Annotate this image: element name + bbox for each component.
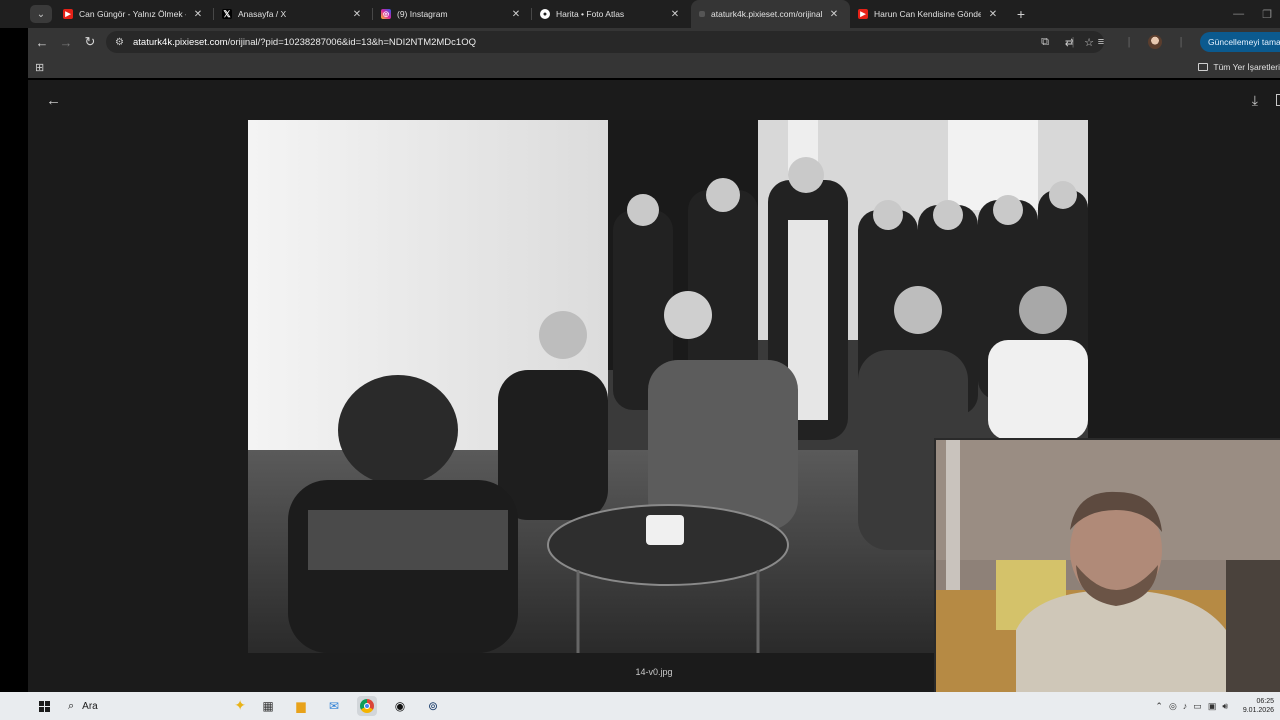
url-path: /orijinal/?pid=10238287006&id=13&h=NDI2N… bbox=[227, 36, 476, 48]
apps-grid-icon[interactable]: ⊞ bbox=[35, 61, 44, 74]
network-icon[interactable]: ▭ bbox=[1193, 701, 1202, 712]
update-button[interactable]: Güncellemeyi tamamla bbox=[1200, 32, 1280, 52]
tab-foto-atlas[interactable]: ● Harita • Foto Atlas ✕ bbox=[532, 0, 691, 28]
maximize-icon[interactable]: ❐ bbox=[1262, 8, 1272, 21]
tab-title: Can Güngör - Yalnız Ölmek - Yo bbox=[79, 9, 186, 19]
chevron-down-icon: ⌄ bbox=[30, 5, 52, 23]
forward-button[interactable]: → bbox=[54, 30, 78, 54]
url-text[interactable]: ataturk4k.pixieset.com/orijinal/?pid=102… bbox=[133, 37, 476, 48]
chrome-icon[interactable] bbox=[357, 696, 377, 716]
instagram-icon: ◎ bbox=[381, 9, 391, 19]
tab-instagram[interactable]: ◎ (9) Instagram ✕ bbox=[373, 0, 532, 28]
tab-title: Harun Can Kendisine Gönderme bbox=[874, 9, 981, 19]
close-icon[interactable]: ✕ bbox=[828, 9, 840, 20]
search-label: Ara bbox=[82, 700, 98, 712]
window-controls: — ❐ bbox=[1233, 0, 1272, 28]
back-arrow-icon[interactable]: ← bbox=[46, 92, 61, 109]
taskbar-search[interactable]: ⌕ Ara ✦ bbox=[62, 695, 248, 717]
clock-time: 06:25 bbox=[1256, 698, 1274, 705]
windows-taskbar: ⌕ Ara ✦ ▦ ▆ ✉ ◉ ⊚ ⌃ ◎ ♪ ▭ ▣ 🔊︎ 06:25 9.0… bbox=[0, 692, 1280, 720]
tab-title: (9) Instagram bbox=[397, 9, 448, 19]
divider: | bbox=[1071, 36, 1075, 48]
site-settings-icon[interactable]: ⚙ bbox=[115, 37, 131, 48]
volume-icon[interactable]: 🔊︎ bbox=[1222, 701, 1228, 712]
youtube-icon: ▶ bbox=[63, 9, 73, 19]
close-icon[interactable]: ✕ bbox=[351, 9, 363, 20]
tab-strip: ⌄ ▶ Can Güngör - Yalnız Ölmek - Yo ✕ 𝕏 A… bbox=[0, 0, 1280, 28]
tab-pixieset-active[interactable]: ataturk4k.pixieset.com/orijinal/? ✕ bbox=[691, 0, 850, 28]
media-controls-icon[interactable]: ≡ bbox=[1092, 36, 1110, 48]
back-button[interactable]: ← bbox=[30, 30, 54, 54]
tab-search-button[interactable]: ⌄ bbox=[27, 0, 55, 28]
youtube-icon: ▶ bbox=[858, 9, 868, 19]
pixieset-icon bbox=[699, 11, 705, 17]
steam-icon[interactable]: ⊚ bbox=[423, 696, 443, 716]
close-icon[interactable]: ✕ bbox=[987, 9, 999, 20]
tab-youtube-can-gungor[interactable]: ▶ Can Güngör - Yalnız Ölmek - Yo ✕ bbox=[55, 0, 214, 28]
system-tray: ⌃ ◎ ♪ ▭ ▣ 🔊︎ 06:25 9.01.2026 bbox=[1155, 692, 1274, 720]
tab-title: ataturk4k.pixieset.com/orijinal/? bbox=[711, 9, 822, 19]
new-tab-button[interactable]: + bbox=[1009, 6, 1033, 22]
divider: | bbox=[1179, 36, 1183, 48]
task-view-icon[interactable]: ▦ bbox=[258, 696, 278, 716]
close-icon[interactable]: ✕ bbox=[510, 9, 522, 20]
webcam-drawing bbox=[936, 440, 1280, 698]
divider: | bbox=[1127, 36, 1131, 48]
close-icon[interactable]: ✕ bbox=[192, 9, 204, 20]
chevron-up-icon[interactable]: ⌃ bbox=[1155, 701, 1163, 712]
camera-icon[interactable]: ◎ bbox=[1169, 701, 1177, 712]
search-icon: ⌕ bbox=[68, 699, 75, 712]
close-icon[interactable]: ✕ bbox=[669, 9, 681, 20]
tab-title: Harita • Foto Atlas bbox=[556, 9, 625, 19]
all-bookmarks-label: Tüm Yer İşaretleri bbox=[1213, 62, 1280, 72]
browser-toolbar: ← → ↻ ⚙ ataturk4k.pixieset.com/orijinal/… bbox=[0, 28, 1280, 56]
address-bar[interactable]: ⚙ ataturk4k.pixieset.com/orijinal/?pid=1… bbox=[106, 31, 1104, 53]
tab-youtube-harun-can[interactable]: ▶ Harun Can Kendisine Gönderme ✕ bbox=[850, 0, 1009, 28]
left-edge bbox=[0, 28, 28, 692]
minimize-icon[interactable]: — bbox=[1233, 8, 1244, 20]
globe-icon: ● bbox=[540, 9, 550, 19]
reload-button[interactable]: ↻ bbox=[78, 30, 102, 54]
folder-icon bbox=[1198, 63, 1209, 71]
tab-title: Anasayfa / X bbox=[238, 9, 287, 19]
windows-start-icon[interactable] bbox=[32, 694, 56, 718]
obs-icon[interactable]: ◉ bbox=[390, 696, 410, 716]
download-icon[interactable]: ⤓ bbox=[1252, 92, 1258, 109]
clock-date: 9.01.2026 bbox=[1242, 707, 1274, 714]
microphone-icon[interactable]: ♪ bbox=[1183, 701, 1188, 711]
copilot-sparkle-icon: ✦ bbox=[234, 697, 246, 713]
bookmarks-bar: ⊞ Tüm Yer İşaretleri bbox=[0, 56, 1280, 78]
tab-x-home[interactable]: 𝕏 Anasayfa / X ✕ bbox=[214, 0, 373, 28]
url-host: ataturk4k.pixieset.com bbox=[133, 36, 228, 48]
fullscreen-icon[interactable] bbox=[1276, 94, 1280, 106]
display-icon[interactable]: ▣ bbox=[1208, 701, 1217, 712]
profile-avatar[interactable] bbox=[1148, 35, 1162, 49]
all-bookmarks-button[interactable]: Tüm Yer İşaretleri bbox=[1198, 56, 1280, 78]
outlook-icon[interactable]: ✉ bbox=[324, 696, 344, 716]
extensions-icon[interactable]: ⧉ bbox=[1036, 36, 1054, 49]
clock[interactable]: 06:25 9.01.2026 bbox=[1234, 697, 1274, 715]
file-explorer-icon[interactable]: ▆ bbox=[291, 696, 311, 716]
webcam-overlay bbox=[934, 438, 1280, 698]
x-icon: 𝕏 bbox=[222, 8, 232, 19]
